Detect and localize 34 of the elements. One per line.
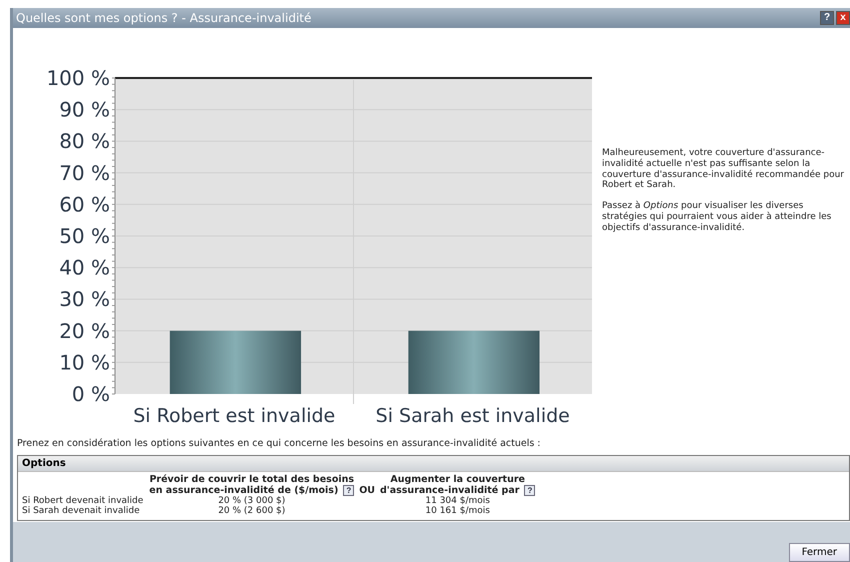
x-category-label: Si Robert est invalide xyxy=(133,405,336,427)
help-button[interactable]: ? xyxy=(524,485,536,496)
row-label: Si Robert devenait invalide xyxy=(21,496,144,506)
options-header: Options xyxy=(18,456,849,472)
table-cell-text: 20 % (2 600 $) xyxy=(217,506,286,516)
help-button[interactable]: ? xyxy=(343,485,354,496)
y-tick-label: 100 % xyxy=(46,66,110,90)
y-tick-label: 20 % xyxy=(59,318,110,343)
info-paragraph: Passez à Options pour visualiser les diverses stratégies qui pourraient vous aider à atteindre les objectifs d'assurance-invalidité. xyxy=(602,201,832,234)
x-category-label: Si Sarah est invalide xyxy=(376,405,570,427)
y-tick-label: 50 % xyxy=(59,224,110,248)
y-tick-label: 10 % xyxy=(59,350,110,374)
or-label: OU xyxy=(359,485,375,496)
column-header: Augmenter la couverture xyxy=(390,474,525,485)
y-tick-label: 60 % xyxy=(59,192,110,216)
y-tick-label: 80 % xyxy=(59,129,110,154)
column-header: Prévoir de couvrir le total des besoins xyxy=(149,474,354,485)
row-label: Si Sarah devenait invalide xyxy=(21,506,141,516)
table-cell: 11 304 $/mois xyxy=(378,496,538,506)
y-tick-label: 40 % xyxy=(59,256,110,280)
window-title: Quelles sont mes options ? - Assurance-invalidité xyxy=(16,11,312,25)
close-button[interactable]: x xyxy=(836,11,850,25)
close-dialog-button[interactable]: Fermer xyxy=(788,543,850,562)
y-tick-label: 70 % xyxy=(59,160,110,185)
y-tick-label: 0 % xyxy=(72,382,110,406)
table-cell-text: 10 161 $/mois xyxy=(424,506,491,516)
column-header: en assurance-invalidité de ($/mois) xyxy=(149,485,338,496)
help-button[interactable]: ? xyxy=(820,11,834,25)
y-tick-label: 90 % xyxy=(59,98,110,122)
intro-text: Prenez en considération les options suivantes en ce qui concerne les besoins en assurance-invalidité actuels : xyxy=(17,438,542,449)
column-header: d'assurance-invalidité par xyxy=(380,485,520,496)
table-cell: 20 % (3 000 $) xyxy=(147,496,356,506)
y-tick-label: 30 % xyxy=(59,287,110,312)
info-paragraph: Malheureusement, votre couverture d'assurance-invalidité actuelle n'est pas suffisante selon la couverture d'assurance-invalidité recommandée pour Robert et Sarah. xyxy=(602,148,845,192)
